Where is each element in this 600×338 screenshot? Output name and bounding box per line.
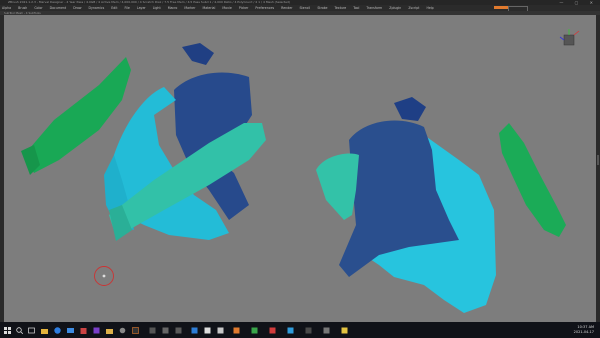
pinned-app-icon[interactable] — [232, 326, 240, 334]
brush-cursor-icon — [94, 266, 114, 286]
tray-handle[interactable] — [597, 155, 599, 165]
media-icon[interactable] — [92, 326, 100, 334]
task-view-icon[interactable] — [27, 326, 35, 334]
menu-brush[interactable]: Brush — [18, 6, 27, 10]
menu-layer[interactable]: Layer — [137, 6, 146, 10]
right-shelf — [596, 15, 600, 322]
menu-movie[interactable]: Movie — [222, 6, 231, 10]
menu-zplugin[interactable]: Zplugin — [389, 6, 401, 10]
pinned-app-icon[interactable] — [250, 326, 258, 334]
menu-transform[interactable]: Transform — [366, 6, 382, 10]
pinned-app-icon[interactable] — [203, 326, 211, 334]
menu-zscript[interactable]: Zscript — [408, 6, 419, 10]
settings-icon[interactable] — [118, 326, 126, 334]
mail-icon[interactable] — [66, 326, 74, 334]
pinned-app-icon[interactable] — [268, 326, 276, 334]
folder-icon[interactable] — [105, 326, 113, 334]
canvas-viewport[interactable] — [4, 15, 596, 322]
pinned-app-icon[interactable] — [340, 326, 348, 334]
menu-file[interactable]: File — [124, 6, 129, 10]
pinned-app-icon[interactable] — [322, 326, 330, 334]
nav-cube-icon[interactable] — [559, 29, 580, 46]
menu-preferences[interactable]: Preferences — [255, 6, 274, 10]
windows-taskbar: 10:37 AM 2021-04-17 — [0, 322, 600, 338]
menu-picker[interactable]: Picker — [239, 6, 249, 10]
menu-tool[interactable]: Tool — [353, 6, 359, 10]
clock-date: 2021-04-17 — [573, 329, 594, 334]
menu-stencil[interactable]: Stencil — [300, 6, 311, 10]
right-collar-teal — [316, 153, 359, 220]
menu-dynamics[interactable]: Dynamics — [89, 6, 105, 10]
menu-light[interactable]: Light — [153, 6, 161, 10]
pinned-app-icon[interactable] — [190, 326, 198, 334]
menu-color[interactable]: Color — [34, 6, 42, 10]
menu-document[interactable]: Document — [50, 6, 67, 10]
menu-render[interactable]: Render — [281, 6, 292, 10]
scene — [21, 29, 580, 313]
system-clock[interactable]: 10:37 AM 2021-04-17 — [574, 325, 594, 334]
quicksave-button[interactable] — [494, 6, 508, 9]
menu-draw[interactable]: Draw — [73, 6, 81, 10]
menu-macro[interactable]: Macro — [168, 6, 178, 10]
pinned-app-icon[interactable] — [174, 326, 182, 334]
menu-alpha[interactable]: Alpha — [2, 6, 11, 10]
zbrush-icon[interactable] — [131, 326, 139, 334]
pinned-app-icon[interactable] — [216, 326, 224, 334]
pinned-app-icon[interactable] — [148, 326, 156, 334]
store-icon[interactable] — [79, 326, 87, 334]
window-title: ZBrush 2021.1.2.3 - Marvel Designer - 4 … — [8, 0, 291, 4]
menu-texture[interactable]: Texture — [335, 6, 347, 10]
pinned-app-icon[interactable] — [161, 326, 169, 334]
menu-help[interactable]: Help — [426, 6, 433, 10]
pinned-app-icon[interactable] — [286, 326, 294, 334]
browser-icon[interactable] — [53, 326, 61, 334]
windows-start-icon[interactable] — [3, 326, 11, 334]
menu-material[interactable]: Material — [202, 6, 215, 10]
menu-stroke[interactable]: Stroke — [317, 6, 327, 10]
clock-time: 10:37 AM — [577, 325, 594, 329]
menu-edit[interactable]: Edit — [111, 6, 117, 10]
file-explorer-icon[interactable] — [40, 326, 48, 334]
right-sleeve-green — [499, 123, 566, 237]
search-icon[interactable] — [15, 326, 23, 334]
pinned-app-icon[interactable] — [304, 326, 312, 334]
menu-marker[interactable]: Marker — [184, 6, 195, 10]
